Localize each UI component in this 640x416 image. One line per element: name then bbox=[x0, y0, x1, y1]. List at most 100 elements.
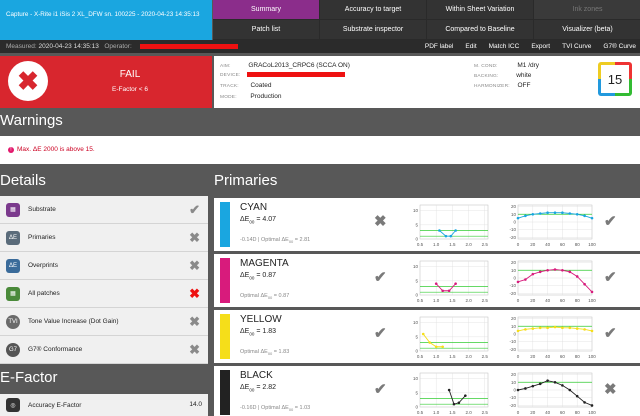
data-point bbox=[524, 214, 527, 218]
primary-optimal-note: Optimal ΔE00 = 1.83 bbox=[240, 349, 290, 357]
x-tick-label: 40 bbox=[545, 410, 551, 415]
check-icon: ✔ bbox=[604, 213, 617, 230]
operator-redacted bbox=[140, 44, 238, 49]
cross-icon: ✖ bbox=[189, 230, 200, 245]
density-chart: 0.5 1.0 1.5 2.0 2.5 10 5 0 bbox=[413, 372, 488, 415]
trend-chart: 0 20 40 60 80 10020100-10-20 bbox=[509, 260, 596, 303]
tab-summary[interactable]: Summary bbox=[213, 0, 319, 19]
detail-label: Primaries bbox=[28, 234, 56, 241]
tab-compared-to-baseline[interactable]: Compared to Baseline bbox=[427, 20, 533, 39]
data-point bbox=[583, 401, 586, 404]
y-tick-label: 0 bbox=[513, 388, 516, 393]
x-tick-label: 20 bbox=[530, 242, 536, 247]
y-tick-label: 20 bbox=[511, 372, 517, 377]
y-tick-label: 5 bbox=[415, 278, 418, 283]
target-icon: ◎ bbox=[6, 398, 20, 412]
x-tick-label: 0.5 bbox=[417, 410, 424, 415]
y-tick-label: 10 bbox=[413, 376, 419, 381]
harmonizer-row: HARMONIZER: OFF bbox=[474, 82, 530, 89]
result-title: FAIL bbox=[119, 69, 141, 80]
x-tick-label: 100 bbox=[588, 298, 596, 303]
detail-item-primaries[interactable]: ΔE Primaries ✖ bbox=[0, 224, 208, 252]
y-tick-label: 0 bbox=[415, 405, 418, 410]
x-tick-label: 1.0 bbox=[433, 242, 440, 247]
color-swatch bbox=[220, 202, 230, 247]
primary-name: MAGENTA bbox=[240, 258, 289, 269]
x-tick-label: 100 bbox=[588, 410, 596, 415]
trend-chart: 0 20 40 60 80 10020100-10-20 bbox=[509, 372, 596, 415]
tab-patch-list[interactable]: Patch list bbox=[213, 20, 319, 39]
data-point bbox=[590, 290, 594, 294]
primary-row-cyan[interactable]: CYAN ΔE00 = 4.07 -0.14D | Optimal ΔE00 = 2… bbox=[214, 198, 640, 251]
export-link[interactable]: Export bbox=[531, 43, 550, 50]
mode-value: Production bbox=[250, 93, 282, 100]
color-swatch bbox=[220, 370, 230, 415]
data-point bbox=[575, 394, 579, 398]
x-tick-label: 60 bbox=[560, 298, 566, 303]
data-point bbox=[546, 379, 549, 383]
details-title: Details bbox=[0, 172, 46, 189]
tab-within-sheet-variation[interactable]: Within Sheet Variation bbox=[427, 0, 533, 19]
data-point bbox=[516, 388, 520, 392]
data-point bbox=[438, 229, 441, 232]
tvi-curve-link[interactable]: TVI Curve bbox=[562, 43, 591, 50]
detail-item-all-patches[interactable]: ▦ All patches ✖ bbox=[0, 280, 208, 308]
check-icon: ✔ bbox=[604, 269, 617, 286]
density-chart: 0.5 1.0 1.5 2.0 2.5 10 5 0 bbox=[413, 316, 489, 359]
pdf-label-link[interactable]: PDF label bbox=[425, 43, 454, 50]
edit-link[interactable]: Edit bbox=[465, 43, 476, 50]
detail-item-substrate[interactable]: ▦ Substrate ✔ bbox=[0, 196, 208, 224]
mcond-label: M. COND: bbox=[474, 64, 498, 69]
cross-icon: ✖ bbox=[189, 258, 200, 273]
data-point bbox=[516, 329, 520, 333]
mode-label: MODE: bbox=[220, 95, 237, 100]
warnings-title: Warnings bbox=[0, 112, 63, 129]
x-tick-label: 1.5 bbox=[449, 298, 456, 303]
x-tick-label: 100 bbox=[588, 354, 596, 359]
y-tick-label: -10 bbox=[509, 339, 516, 344]
tab-visualizer[interactable]: Visualizer (beta) bbox=[534, 20, 640, 39]
detail-item-tvi[interactable]: TVI Tone Value Increase (Dot Gain) ✖ bbox=[0, 308, 208, 336]
y-tick-label: 10 bbox=[413, 208, 419, 213]
x-tick-label: 2.5 bbox=[482, 354, 489, 359]
data-point bbox=[516, 280, 520, 284]
efactor-row[interactable]: ◎ Accuracy E-Factor 14.0 bbox=[0, 394, 208, 416]
data-point bbox=[421, 332, 425, 336]
y-tick-label: 10 bbox=[413, 320, 419, 325]
primary-row-black[interactable]: BLACK ΔE00 = 2.82 -0.16D | Optimal ΔE00 = … bbox=[214, 366, 640, 416]
measured-value: 2020-04-23 14:35:13 bbox=[38, 43, 99, 50]
cross-icon: ✖ bbox=[189, 342, 200, 357]
warning-item: ! Max. ΔE 2000 is above 15. bbox=[8, 146, 95, 153]
data-point bbox=[583, 214, 586, 218]
g7-curve-link[interactable]: G7® Curve bbox=[603, 43, 636, 50]
match-icc-link[interactable]: Match ICC bbox=[489, 43, 520, 50]
color-swatch bbox=[220, 258, 230, 303]
tvi-icon: TVI bbox=[6, 314, 20, 329]
tab-accuracy-to-target[interactable]: Accuracy to target bbox=[320, 0, 426, 19]
detail-item-overprints[interactable]: ΔE Overprints ✖ bbox=[0, 252, 208, 280]
data-point bbox=[428, 341, 432, 344]
meta-bar: Measured: 2020-04-23 14:35:13 Operator: … bbox=[0, 40, 640, 53]
track-value: Coated bbox=[250, 82, 272, 89]
aim-value: GRACoL2013_CRPC6 (SCCA ON) bbox=[248, 62, 350, 69]
y-tick-label: 10 bbox=[511, 324, 517, 329]
detail-item-g7[interactable]: G7 G7® Conformance ✖ bbox=[0, 336, 208, 364]
data-point bbox=[531, 212, 535, 216]
data-point bbox=[452, 402, 456, 406]
primary-row-magenta[interactable]: MAGENTA ΔE00 = 0.87 Optimal ΔE00 = 0.87 ✔ 0.… bbox=[214, 254, 640, 307]
data-point bbox=[553, 325, 557, 329]
cross-red-icon: ✖ bbox=[189, 286, 200, 301]
data-point bbox=[447, 289, 451, 293]
data-point bbox=[434, 345, 438, 349]
primary-optimal-note: -0.14D | Optimal ΔE00 = 2.81 bbox=[240, 237, 311, 245]
data-point bbox=[524, 328, 527, 331]
plot-area bbox=[419, 204, 489, 240]
data-point bbox=[434, 282, 438, 285]
primary-optimal-note: -0.16D | Optimal ΔE00 = 1.03 bbox=[240, 405, 311, 413]
check-icon: ✔ bbox=[604, 325, 617, 342]
tab-substrate-inspector[interactable]: Substrate inspector bbox=[320, 20, 426, 39]
operator-label: Operator: bbox=[104, 43, 132, 50]
badge-number: 15 bbox=[601, 65, 629, 93]
tab-ink-zones[interactable]: Ink zones bbox=[534, 0, 640, 19]
primary-row-yellow[interactable]: YELLOW ΔE00 = 1.83 Optimal ΔE00 = 1.83 ✔ 0.5… bbox=[214, 310, 640, 363]
